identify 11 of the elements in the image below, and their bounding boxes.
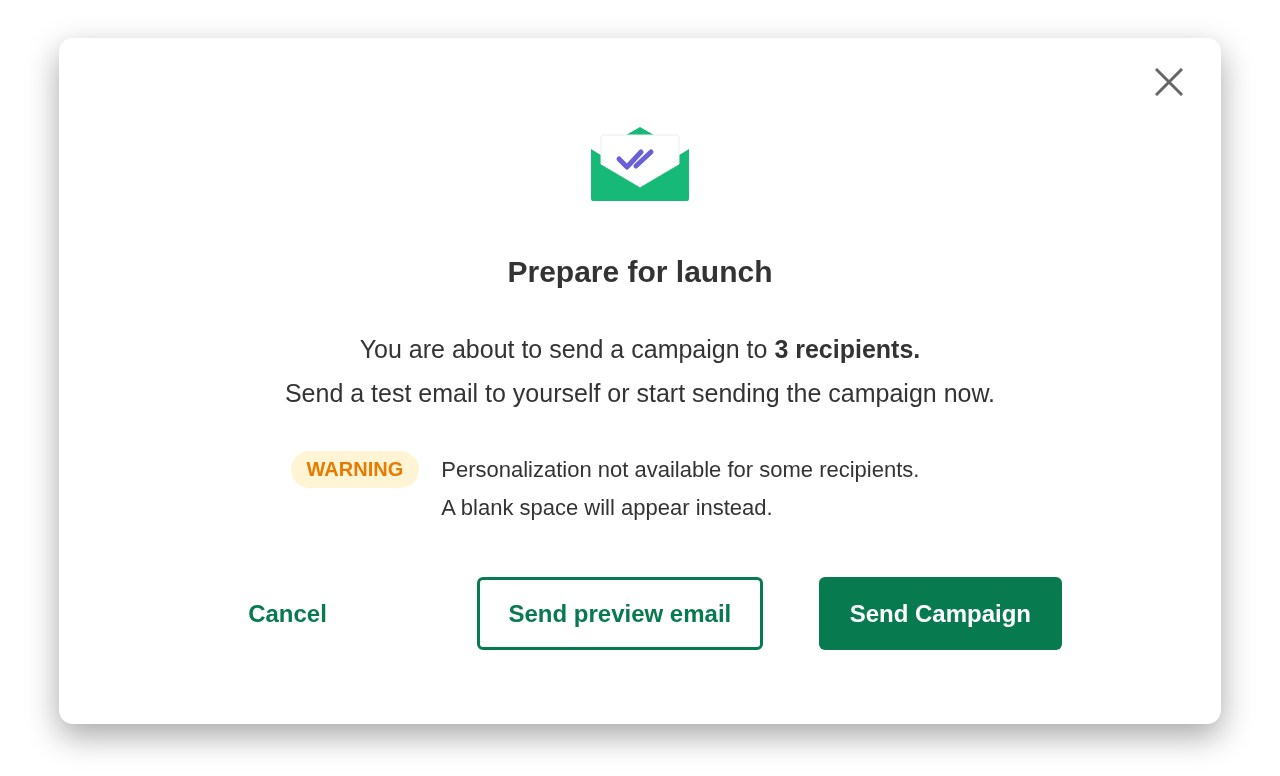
message-text: Send a test email to yourself or start sending the campaign now. [284,378,996,409]
warning-text: Personalization not available for some recipients. [441,456,920,484]
warning-text: A blank space will appear instead. [441,494,774,522]
envelope-check-icon [591,127,689,201]
preview-button[interactable]: Send preview email [476,577,763,650]
send-button[interactable]: Send Campaign [818,577,1062,650]
message-text: You are about to send a campaign to 3 recipients. [359,334,921,365]
dialog-title: Prepare for launch [507,254,773,290]
cancel-button[interactable]: Cancel [218,577,357,650]
close-icon[interactable] [1155,68,1183,96]
warning-badge: WARNING [290,451,420,488]
